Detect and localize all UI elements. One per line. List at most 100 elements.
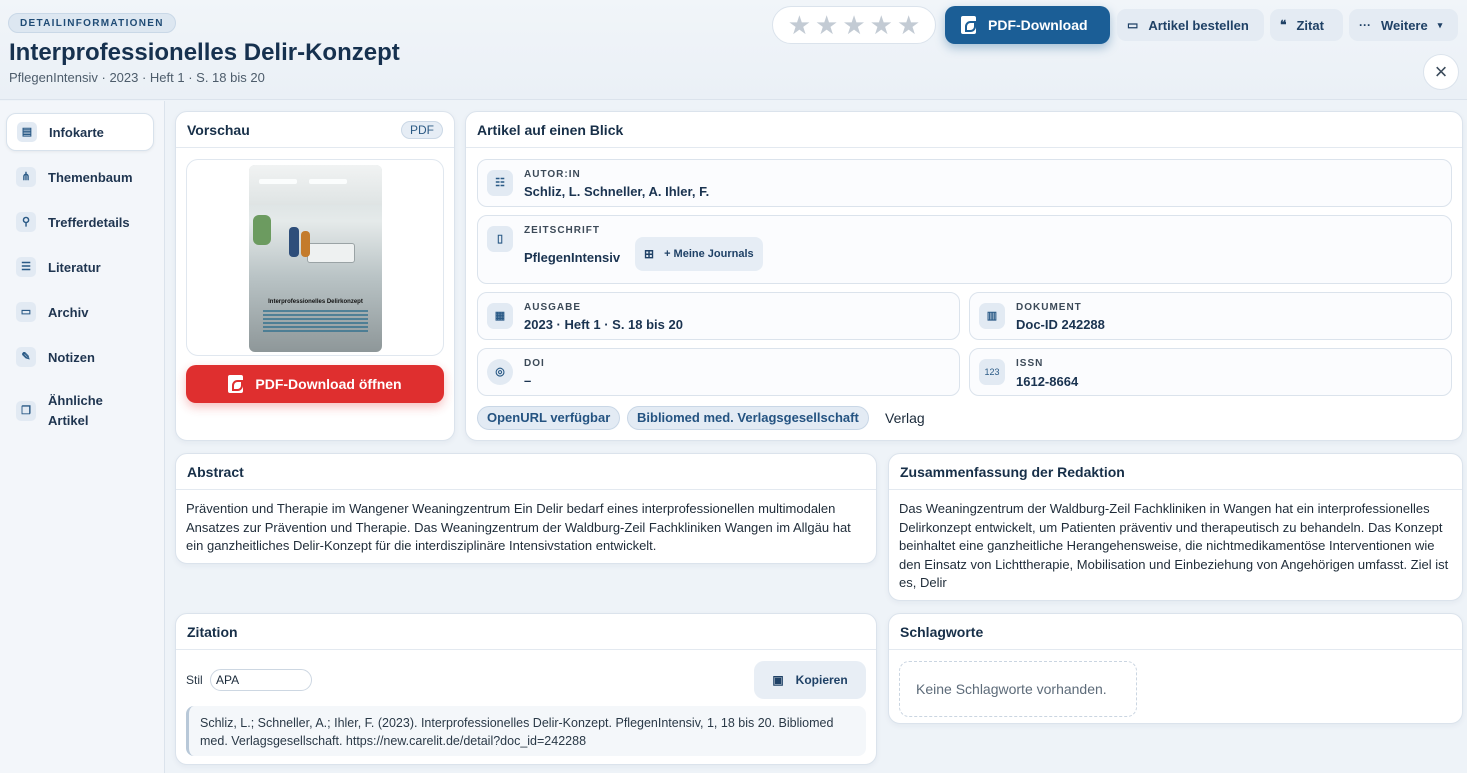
keywords-card: Schlagworte Keine Schlagworte vorhanden.: [888, 613, 1463, 724]
order-article-button[interactable]: ▭ Artikel bestellen: [1117, 9, 1264, 41]
search-icon: ⚲: [16, 212, 36, 232]
sidebar-item-notizen[interactable]: ✎ Notizen: [6, 339, 154, 375]
journal-value[interactable]: PflegenIntensiv: [524, 250, 620, 265]
doi-box: ◎ DOI –: [477, 348, 960, 396]
sidebar-item-literatur[interactable]: ☰ Literatur: [6, 249, 154, 285]
star-icon[interactable]: ★: [815, 12, 838, 38]
preview-header: Vorschau PDF: [176, 112, 454, 148]
author-label: AUTOR:IN: [524, 169, 581, 180]
pdf-tag: PDF: [401, 120, 443, 139]
summary-card: Zusammenfassung der Redaktion Das Weanin…: [888, 453, 1463, 601]
sidebar-item-label: Ähnliche Artikel: [48, 393, 103, 428]
author-value[interactable]: Schliz, L. Schneller, A. Ihler, F.: [524, 184, 709, 199]
cover-title: Interprofessionelles Delirkonzept: [268, 299, 363, 305]
open-pdf-label: PDF-Download öffnen: [255, 376, 402, 392]
notes-icon: ✎: [16, 347, 36, 367]
style-select[interactable]: APA: [210, 669, 312, 691]
rating-stars[interactable]: ★ ★ ★ ★ ★: [772, 6, 936, 44]
close-button[interactable]: ×: [1423, 54, 1459, 90]
star-icon[interactable]: ★: [842, 12, 865, 38]
archive-icon: ▭: [16, 302, 36, 322]
page-subtitle: PflegenIntensiv · 2023 · Heft 1 · S. 18 …: [9, 70, 265, 85]
copy-label: Kopieren: [795, 673, 848, 687]
journal-label: ZEITSCHRIFT: [524, 225, 600, 236]
sidebar-item-label: Trefferdetails: [48, 214, 130, 230]
info-card-icon: ▤: [17, 122, 37, 142]
pdf-icon: [228, 375, 244, 393]
sidebar-item-archiv[interactable]: ▭ Archiv: [6, 294, 154, 330]
pdf-download-label: PDF-Download: [988, 17, 1088, 33]
book-icon: ▯: [487, 226, 513, 252]
preview-card: Vorschau PDF Interprofessionelles Delirk…: [175, 111, 455, 441]
citation-button[interactable]: ❝ Zitat: [1270, 9, 1343, 41]
overview-card: Artikel auf einen Blick ☷ AUTOR:IN Schli…: [465, 111, 1463, 441]
number-icon: 123: [979, 359, 1005, 385]
issue-box: ▦ AUSGABE 2023 · Heft 1 · S. 18 bis 20: [477, 292, 960, 340]
barcode-icon: ▥: [979, 303, 1005, 329]
my-journals-label: + Meine Journals: [664, 248, 754, 260]
more-icon: ···: [1359, 18, 1371, 32]
person-icon: ☷: [487, 170, 513, 196]
abstract-title: Abstract: [187, 463, 244, 480]
copy-button[interactable]: ▣ Kopieren: [754, 661, 866, 699]
document-value: Doc-ID 242288: [1016, 317, 1105, 332]
doi-label: DOI: [524, 358, 545, 369]
summary-header: Zusammenfassung der Redaktion: [889, 454, 1462, 490]
page-header: DETAILINFORMATIONEN Interprofessionelles…: [0, 0, 1467, 100]
tree-icon: ⋔: [16, 167, 36, 187]
summary-text: Das Weaningzentrum der Waldburg-Zeil Fac…: [899, 501, 1449, 591]
pdf-icon: [961, 16, 976, 34]
sidebar-item-label: Themenbaum: [48, 169, 133, 185]
summary-title: Zusammenfassung der Redaktion: [900, 463, 1125, 480]
open-pdf-button[interactable]: PDF-Download öffnen: [186, 365, 444, 403]
issue-label: AUSGABE: [524, 302, 582, 313]
sidebar-item-label: Literatur: [48, 259, 101, 275]
issn-box: 123 ISSN 1612-8664: [969, 348, 1452, 396]
more-button[interactable]: ··· Weitere ▾: [1349, 9, 1458, 41]
sidebar: ▤ Infokarte ⋔ Themenbaum ⚲ Trefferdetail…: [0, 101, 165, 773]
preview-frame: Interprofessionelles Delirkonzept: [186, 159, 444, 356]
citation-label: Zitat: [1296, 17, 1324, 33]
doi-value: –: [524, 373, 532, 388]
sidebar-item-label: Archiv: [48, 304, 89, 320]
citation-header: Zitation: [176, 614, 876, 650]
issn-value: 1612-8664: [1016, 374, 1079, 389]
openurl-chip[interactable]: OpenURL verfügbar: [477, 406, 621, 430]
citation-card: Zitation Stil APA ▣ Kopieren Schliz, L.;…: [175, 613, 877, 765]
cart-icon: ▭: [1127, 18, 1139, 32]
overview-title: Artikel auf einen Blick: [477, 121, 624, 138]
add-icon: ⊞: [644, 247, 655, 261]
section-badge: DETAILINFORMATIONEN: [8, 13, 176, 33]
order-article-label: Artikel bestellen: [1148, 17, 1249, 33]
publisher-suffix: Verlag: [885, 410, 925, 426]
cover-image[interactable]: Interprofessionelles Delirkonzept: [249, 165, 382, 352]
publisher-chip[interactable]: Bibliomed med. Verlagsgesellschaft: [627, 406, 869, 430]
citation-title: Zitation: [187, 623, 238, 640]
sidebar-item-label: Infokarte: [49, 124, 104, 140]
overview-header: Artikel auf einen Blick: [466, 112, 1462, 148]
my-journals-button[interactable]: ⊞ + Meine Journals: [635, 237, 763, 271]
fingerprint-icon: ◎: [487, 359, 513, 385]
document-box: ▥ DOKUMENT Doc-ID 242288: [969, 292, 1452, 340]
keywords-header: Schlagworte: [889, 614, 1462, 650]
sidebar-item-aehnliche-artikel[interactable]: ❐ Ähnliche Artikel: [6, 387, 154, 435]
sidebar-item-infokarte[interactable]: ▤ Infokarte: [6, 113, 154, 151]
pdf-download-button[interactable]: PDF-Download: [945, 6, 1110, 44]
sidebar-item-themenbaum[interactable]: ⋔ Themenbaum: [6, 159, 154, 195]
abstract-text: Prävention und Therapie im Wangener Wean…: [186, 501, 851, 554]
star-icon[interactable]: ★: [788, 12, 811, 38]
star-icon[interactable]: ★: [870, 12, 893, 38]
list-icon: ☰: [16, 257, 36, 277]
star-icon[interactable]: ★: [897, 12, 920, 38]
similar-icon: ❐: [16, 401, 36, 421]
citation-text: Schliz, L.; Schneller, A.; Ihler, F. (20…: [186, 706, 866, 756]
issn-label: ISSN: [1016, 358, 1044, 369]
abstract-header: Abstract: [176, 454, 876, 490]
page-title: Interprofessionelles Delir-Konzept: [9, 39, 400, 66]
calendar-icon: ▦: [487, 303, 513, 329]
sidebar-item-trefferdetails[interactable]: ⚲ Trefferdetails: [6, 204, 154, 240]
sidebar-item-label: Notizen: [48, 349, 95, 365]
author-box: ☷ AUTOR:IN Schliz, L. Schneller, A. Ihle…: [477, 159, 1452, 207]
style-label: Stil: [186, 673, 203, 687]
keywords-empty: Keine Schlagworte vorhanden.: [899, 661, 1137, 717]
